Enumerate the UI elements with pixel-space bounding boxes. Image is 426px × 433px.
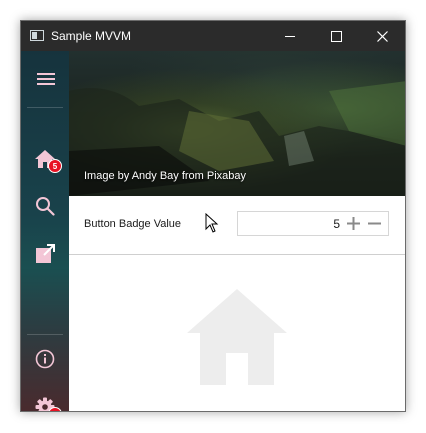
sidebar-item-info[interactable] xyxy=(21,339,69,379)
close-icon xyxy=(376,30,388,42)
hamburger-menu-button[interactable] xyxy=(21,54,69,94)
sidebar-item-home[interactable]: 5 xyxy=(21,139,69,179)
home-placeholder-icon xyxy=(187,289,287,385)
minimize-icon xyxy=(285,35,295,37)
sidebar-item-search[interactable] xyxy=(21,186,69,226)
badge-value-input[interactable]: 5 xyxy=(333,217,340,231)
sidebar-divider-bottom xyxy=(27,334,63,335)
badge-value-label: Button Badge Value xyxy=(84,218,182,230)
page-content xyxy=(69,255,405,411)
maximize-icon xyxy=(330,30,342,42)
navigation-sidebar: 5 xyxy=(21,51,69,411)
window-title: Sample MVVM xyxy=(51,29,132,43)
maximize-button[interactable] xyxy=(313,21,359,51)
badge-value-number-box[interactable]: 5 xyxy=(237,211,389,236)
badge-value-row: Button Badge Value 5 xyxy=(69,196,405,255)
settings-badge: 1 xyxy=(48,407,62,411)
increment-button[interactable] xyxy=(345,215,362,232)
hero-image: Image by Andy Bay from Pixabay xyxy=(69,51,405,196)
minus-icon xyxy=(368,222,381,225)
external-link-icon xyxy=(36,244,55,263)
app-icon xyxy=(30,30,44,41)
title-bar[interactable]: Sample MVVM xyxy=(21,21,405,51)
info-icon xyxy=(35,349,55,369)
minimize-button[interactable] xyxy=(267,21,313,51)
sidebar-divider xyxy=(27,107,63,108)
plus-icon xyxy=(347,217,360,230)
sidebar-item-settings[interactable]: 1 xyxy=(21,387,69,411)
search-icon xyxy=(36,197,55,216)
mouse-cursor-icon xyxy=(205,213,219,233)
sidebar-item-external[interactable] xyxy=(21,234,69,274)
decrement-button[interactable] xyxy=(366,215,383,232)
close-button[interactable] xyxy=(359,21,405,51)
home-badge: 5 xyxy=(48,159,62,173)
image-credit: Image by Andy Bay from Pixabay xyxy=(84,170,247,182)
